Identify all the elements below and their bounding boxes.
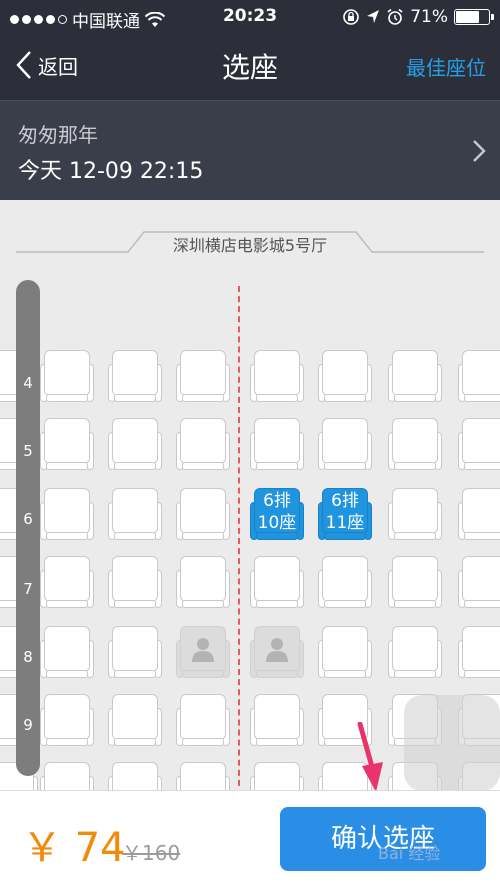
seat[interactable]	[108, 488, 162, 542]
seat[interactable]	[458, 418, 500, 472]
seat[interactable]	[318, 626, 372, 680]
header-area: 中国联通 20:23 71% 返回 选座 最佳座位 匆匆那年 今天 12-09 …	[0, 0, 500, 200]
seat[interactable]	[176, 488, 230, 542]
best-seat-button[interactable]: 最佳座位	[406, 52, 486, 81]
seat[interactable]	[250, 350, 304, 404]
battery-percent: 71%	[410, 7, 448, 27]
row-number: 4	[23, 374, 33, 392]
seat[interactable]	[388, 488, 442, 542]
seat[interactable]	[108, 418, 162, 472]
row-number: 7	[23, 580, 33, 598]
seat[interactable]	[250, 418, 304, 472]
rotation-lock-icon	[343, 9, 360, 25]
seat[interactable]	[250, 694, 304, 748]
seat[interactable]	[108, 626, 162, 680]
row-number: 6	[23, 510, 33, 528]
seat[interactable]	[40, 762, 94, 790]
nav-bar: 返回 选座 最佳座位	[0, 34, 500, 98]
chevron-right-icon	[473, 140, 486, 162]
seat[interactable]	[388, 556, 442, 610]
seat[interactable]	[458, 350, 500, 404]
seat-selected[interactable]: 6排 10座	[250, 488, 304, 542]
thumbnail-overview[interactable]	[404, 695, 500, 790]
alarm-icon	[387, 8, 403, 25]
seat[interactable]	[176, 418, 230, 472]
bottom-bar: ￥ 74 ￥160 确认选座	[0, 790, 500, 888]
seat[interactable]	[176, 762, 230, 790]
seat[interactable]	[458, 488, 500, 542]
status-bar: 中国联通 20:23 71%	[0, 0, 500, 34]
seat[interactable]	[318, 556, 372, 610]
movie-info[interactable]: 匆匆那年 今天 12-09 22:15	[0, 100, 500, 200]
row-indicator: 4 5 6 7 8 9	[16, 280, 40, 776]
seat[interactable]	[40, 418, 94, 472]
screen-indicator: 深圳横店电影城5号厅	[16, 226, 484, 262]
seat[interactable]	[388, 418, 442, 472]
seat[interactable]	[40, 488, 94, 542]
seat-taken	[176, 626, 230, 680]
center-line	[238, 286, 240, 790]
seat[interactable]	[388, 350, 442, 404]
seat[interactable]	[176, 694, 230, 748]
seat[interactable]	[176, 556, 230, 610]
movie-title: 匆匆那年	[18, 123, 98, 147]
seat[interactable]	[108, 556, 162, 610]
seat[interactable]	[458, 626, 500, 680]
seat[interactable]	[40, 350, 94, 404]
showtime: 今天 12-09 22:15	[18, 159, 204, 184]
seat[interactable]	[318, 350, 372, 404]
row-number: 5	[23, 442, 33, 460]
seat[interactable]	[40, 694, 94, 748]
battery-icon	[454, 9, 494, 25]
seat[interactable]	[250, 556, 304, 610]
seat[interactable]	[458, 556, 500, 610]
seat[interactable]	[388, 626, 442, 680]
seat[interactable]	[40, 626, 94, 680]
seat[interactable]	[108, 350, 162, 404]
battery-fill	[456, 11, 479, 23]
seat[interactable]	[176, 350, 230, 404]
original-price: ￥160	[122, 841, 181, 865]
total-price: ￥ 74	[22, 825, 126, 871]
seat[interactable]	[250, 762, 304, 790]
seat[interactable]	[108, 694, 162, 748]
seat-map[interactable]: 深圳横店电影城5号厅 6排 10座 6排 11座 4 5 6 7 8 9	[0, 200, 500, 790]
seat[interactable]	[318, 418, 372, 472]
hall-name: 深圳横店电影城5号厅	[172, 236, 328, 255]
selected-seat-label: 6排 10座	[257, 491, 297, 533]
seat[interactable]	[108, 762, 162, 790]
row-number: 8	[23, 648, 33, 666]
seat-selected[interactable]: 6排 11座	[318, 488, 372, 542]
status-right: 71%	[342, 7, 494, 27]
seat[interactable]	[40, 556, 94, 610]
seat-taken	[250, 626, 304, 680]
watermark: Bai 经验	[378, 844, 441, 863]
pointer-arrow-icon	[357, 722, 383, 792]
location-icon	[367, 10, 380, 23]
selected-seat-label: 6排 11座	[325, 491, 365, 533]
row-number: 9	[23, 716, 33, 734]
